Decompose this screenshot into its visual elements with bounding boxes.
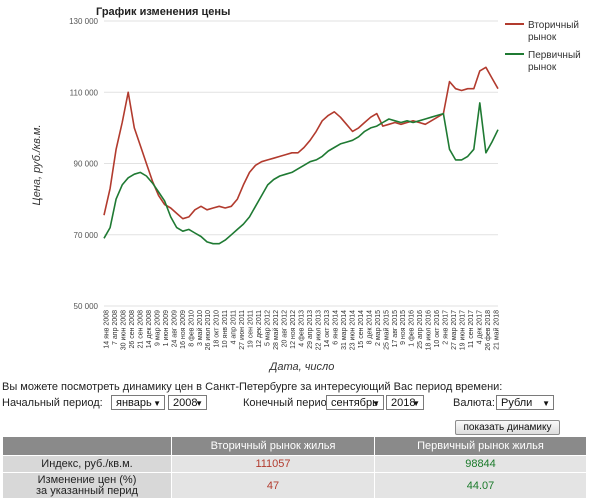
legend-label: Первичный рынок <box>528 50 581 73</box>
x-tick-label: 25 апр 2016 <box>417 310 424 349</box>
x-tick-label: 8 дек 2014 <box>366 310 373 345</box>
currency-select[interactable]: Рубли ▼ <box>496 395 554 410</box>
x-tick-label: 27 мар 2017 <box>451 310 458 350</box>
x-tick-label: 18 июл 2016 <box>426 310 433 350</box>
series-line <box>103 102 499 245</box>
chart-title: График изменения цены <box>96 6 230 18</box>
table-cell-label: Изменение цен (%) за указанный перид <box>2 472 172 499</box>
period-prompt: Вы можете посмотреть динамику цен в Санк… <box>2 381 503 393</box>
x-tick-label: 9 ноя 2015 <box>400 310 407 345</box>
show-dynamics-button[interactable]: показать динамику цен <box>455 420 560 446</box>
table-header: Первичный рынок жилья <box>374 436 587 456</box>
chevron-down-icon: ▼ <box>153 399 161 408</box>
x-tick-label: 12 дек 2011 <box>256 310 263 348</box>
chevron-down-icon: ▼ <box>412 399 420 408</box>
x-tick-label: 18 окт 2010 <box>214 310 221 348</box>
x-tick-label: 8 фев 2010 <box>188 310 195 347</box>
y-axis-ticks: 130 000 110 000 90 000 70 000 50 000 <box>69 17 98 311</box>
y-tick-label: 130 000 <box>69 17 98 26</box>
table-cell-primary: 44.07 <box>374 472 587 499</box>
x-tick-label: 4 апр 2011 <box>231 310 238 345</box>
table-row: Индекс, руб./кв.м. 111057 98844 <box>2 455 587 473</box>
chart-legend: Вторичный рынок Первичный рынок <box>505 20 581 73</box>
x-tick-label: 7 апр 2008 <box>112 310 119 345</box>
x-tick-label: 31 мар 2014 <box>341 310 348 350</box>
y-axis-label: Цена, руб./кв.м. <box>31 124 43 205</box>
x-tick-label: 28 май 2012 <box>272 310 280 350</box>
x-tick-label: 14 дек 2008 <box>146 310 153 348</box>
x-tick-label: 19 сен 2011 <box>248 310 255 348</box>
table-header <box>2 436 172 456</box>
x-tick-label: 27 июн 2011 <box>239 310 246 350</box>
x-tick-label: 30 июн 2008 <box>120 310 127 350</box>
x-tick-label: 20 авг 2012 <box>282 310 289 348</box>
x-tick-label: 10 окт 2016 <box>434 310 441 348</box>
x-tick-label: 1 фев 2016 <box>409 310 416 347</box>
y-tick-label: 90 000 <box>74 160 99 169</box>
x-tick-label: 24 авг 2009 <box>171 310 178 348</box>
start-year-select[interactable]: 2008 ▼ <box>168 395 207 410</box>
x-tick-label: 29 апр 2013 <box>307 310 314 349</box>
chart-grid <box>104 20 498 307</box>
x-tick-label: 2 мар 2015 <box>375 310 382 346</box>
x-tick-label: 19 июн 2017 <box>460 310 467 350</box>
x-tick-label: 23 июн 2014 <box>349 310 356 350</box>
series-line <box>103 66 499 220</box>
stats-table: Вторичный рынок жилья Первичный рынок жи… <box>2 436 587 499</box>
end-month-select[interactable]: сентябрь ▼ <box>326 395 384 410</box>
x-tick-label: 25 май 2015 <box>382 310 390 350</box>
currency-label: Валюта: <box>453 397 495 409</box>
x-tick-label: 15 сен 2014 <box>358 310 365 349</box>
start-period-label: Начальный период: <box>2 397 103 409</box>
table-cell-secondary: 47 <box>171 472 375 499</box>
x-tick-label: 6 янв 2014 <box>332 310 339 345</box>
chart-lines <box>103 66 499 245</box>
x-axis-ticks: 14 янв 2008 7 апр 2008 30 июн 2008 26 сен 2… <box>104 310 501 351</box>
x-tick-label: 21 сен 2008 <box>137 310 144 349</box>
x-tick-label: 26 июл 2010 <box>205 310 212 350</box>
x-tick-label: 12 ноя 2012 <box>290 310 297 349</box>
table-cell-primary: 98844 <box>374 455 587 473</box>
table-cell-label: Индекс, руб./кв.м. <box>2 455 172 473</box>
legend-label: Вторичный рынок <box>528 20 579 43</box>
table-row: Изменение цен (%) за указанный перид 47 … <box>2 472 587 499</box>
x-tick-label: 2 янв 2017 <box>443 310 450 345</box>
x-tick-label: 5 мар 2012 <box>265 310 272 346</box>
x-tick-label: 4 дек 2017 <box>477 310 484 345</box>
table-cell-secondary: 111057 <box>171 455 375 473</box>
x-tick-label: 3 май 2010 <box>196 310 204 346</box>
x-tick-label: 22 июл 2013 <box>315 310 322 350</box>
x-tick-label: 16 ноя 2009 <box>180 310 187 349</box>
x-tick-label: 14 окт 2013 <box>324 310 331 348</box>
x-tick-label: 4 фев 2013 <box>299 310 306 347</box>
x-tick-label: 17 авг 2015 <box>392 310 399 348</box>
end-period-label: Конечный период: <box>243 397 336 409</box>
x-tick-label: 9 мар 2009 <box>154 310 161 346</box>
x-tick-label: 21 май 2018 <box>493 310 501 350</box>
table-header: Вторичный рынок жилья <box>171 436 375 456</box>
x-tick-label: 1 июн 2009 <box>163 310 170 346</box>
x-tick-label: 10 янв 2011 <box>222 310 229 348</box>
x-tick-label: 11 сен 2017 <box>468 310 475 348</box>
chevron-down-icon: ▼ <box>195 399 203 408</box>
y-tick-label: 50 000 <box>74 302 99 311</box>
chevron-down-icon: ▼ <box>542 399 550 408</box>
start-month-select[interactable]: январь ▼ <box>111 395 165 410</box>
x-tick-label: 26 сен 2008 <box>129 310 136 349</box>
x-tick-label: 26 фев 2018 <box>485 310 492 351</box>
price-chart: График изменения цены 130 000 110 000 90 0… <box>31 6 581 373</box>
y-tick-label: 70 000 <box>74 231 99 240</box>
chevron-down-icon: ▼ <box>372 399 380 408</box>
end-year-select[interactable]: 2018 ▼ <box>386 395 424 410</box>
y-tick-label: 110 000 <box>70 88 99 97</box>
x-axis-label: Дата, число <box>268 361 335 373</box>
table-header-row: Вторичный рынок жилья Первичный рынок жи… <box>2 436 587 456</box>
x-tick-label: 14 янв 2008 <box>104 310 111 349</box>
